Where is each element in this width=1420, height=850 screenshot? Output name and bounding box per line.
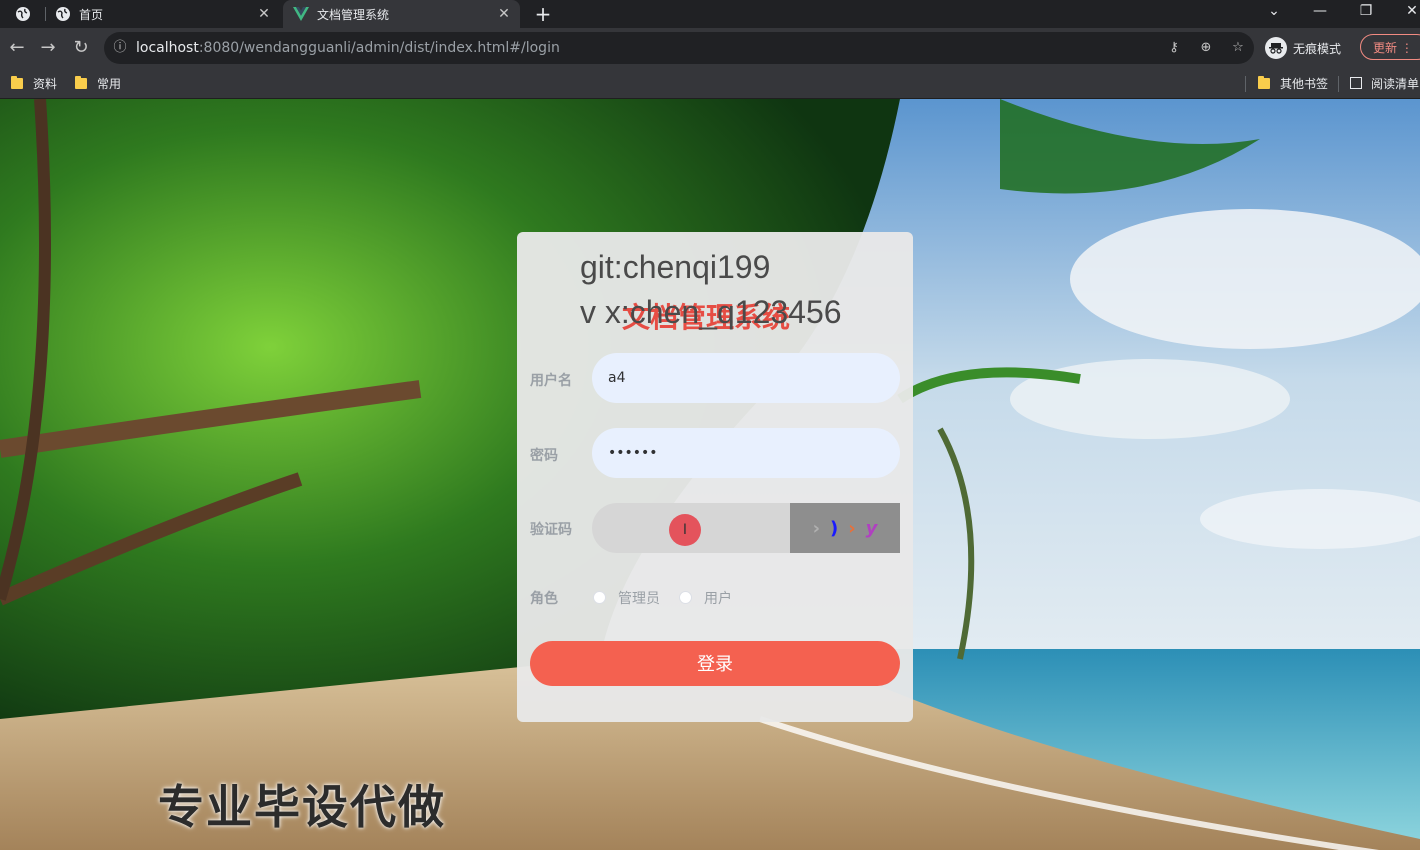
captcha-char: › [848, 517, 856, 539]
browser-toolbar: ← → ↻ ⓘ localhost:8080/wendangguanli/adm… [0, 28, 1420, 68]
bookmark-other[interactable]: 其他书签 [1258, 74, 1328, 92]
folder-icon [11, 75, 23, 89]
login-card: git:chenqi199 文档管理系统 v x:chen_q123456 用户… [517, 232, 913, 722]
watermark-line: v x:chen_q123456 [580, 294, 842, 330]
role-radio-user[interactable] [679, 591, 692, 604]
captcha-char: ) [830, 517, 839, 539]
forward-arrow-icon[interactable]: → [36, 36, 60, 60]
address-bar[interactable]: ⓘ localhost:8080/wendangguanli/admin/dis… [104, 32, 1254, 64]
bookmark-label: 资料 [33, 76, 58, 91]
username-label: 用户名 [530, 373, 572, 389]
tab-strip: 首页 ✕ 文档管理系统 ✕ + ⌄ — ❐ ✕ [0, 0, 1420, 28]
key-icon[interactable]: ⚷ [1164, 38, 1184, 58]
captcha-char: › [812, 517, 821, 539]
login-button[interactable]: 登录 [530, 641, 900, 686]
captcha-char: y [865, 517, 878, 539]
tab-document-system[interactable]: 文档管理系统 ✕ [283, 0, 520, 28]
password-field[interactable]: •••••• [592, 428, 900, 478]
close-icon[interactable]: ✕ [496, 6, 512, 22]
back-arrow-icon[interactable]: ← [5, 36, 29, 60]
incognito-indicator[interactable]: 无痕模式 [1265, 34, 1341, 62]
folder-icon [1258, 75, 1270, 89]
bookmarks-bar: 资料 常用 其他书签 阅读清单 [0, 68, 1420, 99]
update-button[interactable]: 更新 ⋮ [1360, 34, 1420, 60]
tab-title: 首页 [79, 7, 104, 22]
text-cursor-icon: I [669, 514, 701, 546]
minimize-icon[interactable]: — [1300, 0, 1340, 24]
role-radio-user-label[interactable]: 用户 [704, 588, 732, 608]
globe-icon [55, 6, 71, 22]
captcha-label: 验证码 [530, 522, 572, 538]
bookmark-folder-ziliao[interactable]: 资料 [11, 74, 57, 92]
bookmark-separator [1245, 76, 1246, 92]
role-radio-admin-label[interactable]: 管理员 [618, 588, 660, 608]
bookmark-folder-changyong[interactable]: 常用 [75, 74, 121, 92]
url-text: localhost:8080/wendangguanli/admin/dist/… [136, 40, 560, 56]
role-radio-admin[interactable] [593, 591, 606, 604]
vue-logo-icon [293, 6, 309, 22]
watermark-line: git:chenqi199 [580, 249, 771, 285]
bookmark-label: 常用 [97, 76, 122, 91]
update-label: 更新 [1373, 41, 1398, 55]
new-tab-plus-icon[interactable]: + [532, 4, 554, 24]
restore-icon[interactable]: ❐ [1346, 0, 1386, 24]
close-window-icon[interactable]: ✕ [1392, 0, 1420, 24]
tab-title: 文档管理系统 [317, 7, 390, 22]
bookmark-separator [1338, 76, 1339, 92]
globe-icon [15, 7, 30, 21]
tab-search-button[interactable] [0, 0, 45, 28]
password-label: 密码 [530, 448, 558, 464]
bookmark-label: 其他书签 [1280, 76, 1329, 91]
captcha-image[interactable]: › ) › y [790, 503, 900, 553]
folder-icon [75, 75, 87, 89]
username-field[interactable]: a4 [592, 353, 900, 403]
incognito-icon [1265, 37, 1287, 59]
promo-overlay-text: 专业毕设代做 [158, 780, 446, 834]
star-icon[interactable]: ☆ [1228, 38, 1248, 58]
bookmark-label: 阅读清单 [1371, 76, 1420, 91]
chevron-down-icon[interactable]: ⌄ [1254, 0, 1294, 24]
reading-list[interactable]: 阅读清单 [1350, 74, 1419, 92]
role-label: 角色 [530, 591, 558, 607]
page-viewport: git:chenqi199 文档管理系统 v x:chen_q123456 用户… [0, 99, 1420, 850]
close-icon[interactable]: ✕ [256, 6, 272, 22]
info-icon[interactable]: ⓘ [110, 38, 130, 58]
incognito-label: 无痕模式 [1293, 41, 1342, 56]
reload-icon[interactable]: ↻ [69, 36, 93, 60]
tab-home[interactable]: 首页 ✕ [45, 0, 280, 28]
reading-list-icon [1350, 77, 1362, 89]
zoom-icon[interactable]: ⊕ [1196, 38, 1216, 58]
